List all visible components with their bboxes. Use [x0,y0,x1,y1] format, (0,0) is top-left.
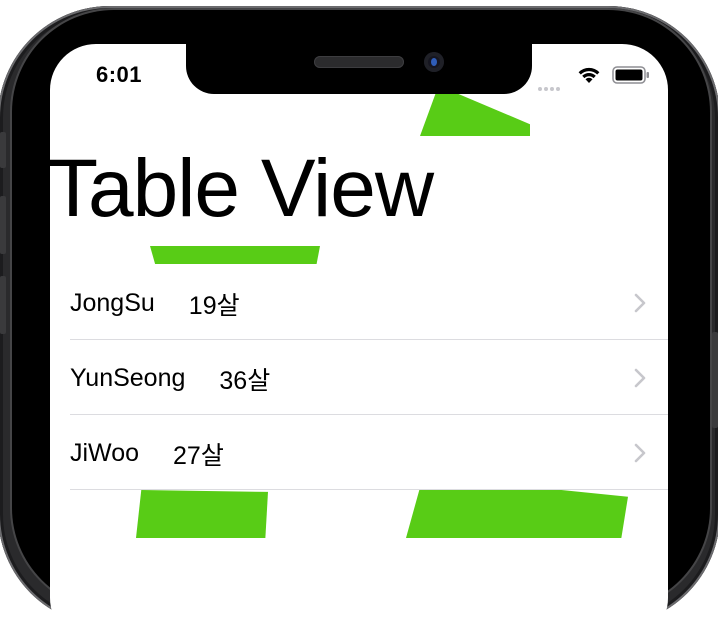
notch [186,44,532,94]
row-age: 19살 [188,291,240,320]
decorative-shape [150,246,320,264]
decorative-shape [406,490,628,538]
row-age: 27살 [173,441,224,470]
status-time: 6:01 [96,62,143,87]
chevron-right-icon [634,368,646,388]
row-separator [70,414,668,415]
power-button [712,332,718,428]
mute-switch [0,132,6,168]
table-row[interactable]: JiWoo 27살 [70,416,668,491]
front-camera [424,52,444,72]
battery-icon [612,66,649,84]
row-name: YunSeong [70,364,186,392]
row-separator [70,489,668,490]
volume-down-button [0,276,6,334]
row-age: 36살 [219,366,271,395]
row-name: JiWoo [70,439,140,467]
table-row[interactable]: YunSeong 36살 [70,341,668,416]
page-title: Table View [48,143,434,234]
chevron-right-icon [634,443,646,463]
wifi-icon [578,67,600,83]
earpiece-speaker [314,56,404,68]
cellular-signal-icon [538,78,562,96]
table-row[interactable]: JongSu 19살 [70,266,668,341]
row-name: JongSu [70,289,155,317]
chevron-right-icon [634,293,646,313]
decorative-shape [136,490,268,538]
volume-up-button [0,196,6,254]
row-separator [70,339,668,340]
